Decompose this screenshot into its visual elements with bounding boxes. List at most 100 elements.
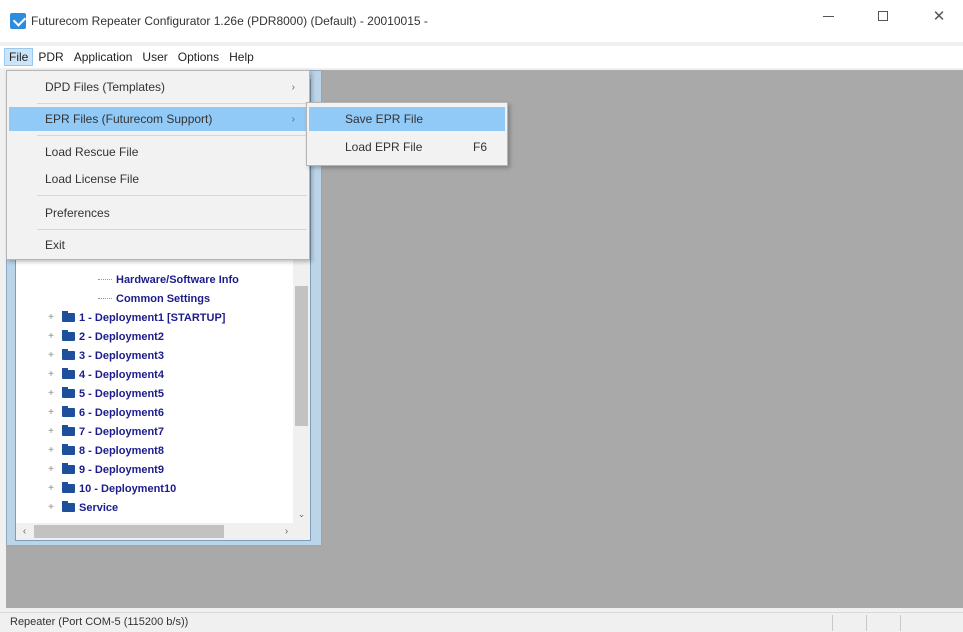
menu-separator <box>37 229 307 230</box>
tree-item-label: 4 - Deployment4 <box>79 368 164 381</box>
tree-item-label: 2 - Deployment2 <box>79 330 164 343</box>
epr-files-submenu: Save EPR File Load EPR File F6 <box>306 102 508 166</box>
minimize-icon <box>822 15 834 17</box>
tree-item-deployment8[interactable]: +8 - Deployment8 <box>16 441 296 460</box>
tree-item-label: 9 - Deployment9 <box>79 463 164 476</box>
menu-item-label: Load Rescue File <box>45 145 139 159</box>
tree-item-hardware-software-info[interactable]: Hardware/Software Info <box>16 270 296 289</box>
title-bar: Futurecom Repeater Configurator 1.26e (P… <box>0 0 963 42</box>
submenu-arrow-icon: › <box>291 81 295 93</box>
folder-icon <box>62 387 75 398</box>
expand-icon[interactable]: + <box>46 445 56 456</box>
status-bar: Repeater (Port COM-5 (115200 b/s)) <box>0 612 963 632</box>
menu-file[interactable]: File <box>4 48 34 66</box>
tree-item-deployment7[interactable]: +7 - Deployment7 <box>16 422 296 441</box>
tree-item-label: Hardware/Software Info <box>116 273 239 286</box>
scrollbar-corner <box>293 523 310 540</box>
menu-bar: File PDR Application User Options Help <box>0 46 963 68</box>
menu-item-label: Load License File <box>45 172 140 186</box>
tree-item-label: 8 - Deployment8 <box>79 444 164 457</box>
status-text: Repeater (Port COM-5 (115200 b/s)) <box>10 616 189 628</box>
tree-horizontal-scrollbar[interactable]: ‹ › <box>16 523 295 540</box>
menu-item-label: Exit <box>45 238 66 252</box>
app-icon <box>10 13 26 29</box>
tree-item-label: 1 - Deployment1 [STARTUP] <box>79 311 226 324</box>
close-icon: ✕ <box>932 8 946 25</box>
folder-icon <box>62 425 75 436</box>
menu-application[interactable]: Application <box>69 48 138 66</box>
menu-item-save-epr-file[interactable]: Save EPR File <box>309 107 505 131</box>
expand-icon[interactable]: + <box>46 369 56 380</box>
menu-separator <box>37 195 307 196</box>
tree-item-deployment4[interactable]: +4 - Deployment4 <box>16 365 296 384</box>
expand-icon[interactable]: + <box>46 407 56 418</box>
menu-item-load-license-file[interactable]: Load License File <box>9 167 307 191</box>
tree-item-service[interactable]: + Service <box>16 498 296 517</box>
tree-item-deployment6[interactable]: +6 - Deployment6 <box>16 403 296 422</box>
expand-icon[interactable]: + <box>46 312 56 323</box>
menu-item-label: Preferences <box>45 206 110 220</box>
menu-item-preferences[interactable]: Preferences <box>9 201 307 225</box>
expand-icon[interactable]: + <box>46 483 56 494</box>
tree-item-label: 5 - Deployment5 <box>79 387 164 400</box>
menu-separator <box>37 103 307 104</box>
menu-options[interactable]: Options <box>173 48 224 66</box>
menu-item-label: DPD Files (Templates) <box>45 80 166 94</box>
menu-item-label: EPR Files (Futurecom Support) <box>45 112 213 126</box>
menu-item-label: Load EPR File <box>345 140 423 154</box>
tree-item-deployment3[interactable]: +3 - Deployment3 <box>16 346 296 365</box>
expand-icon[interactable]: + <box>46 502 56 513</box>
menu-pdr[interactable]: PDR <box>33 48 68 66</box>
folder-icon <box>62 501 75 512</box>
maximize-icon <box>878 11 888 21</box>
tree-item-label: Common Settings <box>116 292 211 305</box>
menu-separator <box>37 135 307 136</box>
menu-item-load-rescue-file[interactable]: Load Rescue File <box>9 140 307 164</box>
expand-icon[interactable]: + <box>46 426 56 437</box>
close-button[interactable]: ✕ <box>916 0 962 32</box>
status-pane-divider <box>900 615 901 631</box>
status-pane-divider <box>832 615 833 631</box>
expand-icon[interactable]: + <box>46 350 56 361</box>
folder-icon <box>62 444 75 455</box>
scrollbar-thumb[interactable] <box>34 525 224 538</box>
scroll-down-icon[interactable]: ⌄ <box>293 506 310 523</box>
folder-icon <box>62 330 75 341</box>
menu-item-load-epr-file[interactable]: Load EPR File F6 <box>309 135 505 159</box>
menu-item-exit[interactable]: Exit <box>9 233 307 257</box>
folder-icon <box>62 368 75 379</box>
menu-user[interactable]: User <box>137 48 172 66</box>
tree-item-deployment9[interactable]: +9 - Deployment9 <box>16 460 296 479</box>
folder-icon <box>62 406 75 417</box>
tree-item-deployment1[interactable]: +1 - Deployment1 [STARTUP] <box>16 308 296 327</box>
minimize-button[interactable] <box>805 0 851 32</box>
tree-item-label: 3 - Deployment3 <box>79 349 164 362</box>
tree-item-label: 10 - Deployment10 <box>79 482 177 495</box>
scroll-left-icon[interactable]: ‹ <box>16 523 33 540</box>
menu-item-dpd-files[interactable]: DPD Files (Templates) › <box>9 75 307 99</box>
menu-item-epr-files[interactable]: EPR Files (Futurecom Support) › <box>9 107 307 131</box>
maximize-button[interactable] <box>860 0 906 32</box>
expand-icon[interactable]: + <box>46 388 56 399</box>
scrollbar-thumb[interactable] <box>295 286 308 426</box>
folder-icon <box>62 349 75 360</box>
tree-item-label: 7 - Deployment7 <box>79 425 164 438</box>
tree-item-deployment2[interactable]: +2 - Deployment2 <box>16 327 296 346</box>
folder-icon <box>62 482 75 493</box>
folder-icon <box>62 311 75 322</box>
window-title: Futurecom Repeater Configurator 1.26e (P… <box>31 14 428 28</box>
tree-item-label: Service <box>79 501 119 514</box>
expand-icon[interactable]: + <box>46 331 56 342</box>
folder-icon <box>62 463 75 474</box>
tree-item-common-settings[interactable]: Common Settings <box>16 289 296 308</box>
tree-item-deployment5[interactable]: +5 - Deployment5 <box>16 384 296 403</box>
tree-item-deployment10[interactable]: +10 - Deployment10 <box>16 479 296 498</box>
submenu-arrow-icon: › <box>291 113 295 125</box>
file-menu-dropdown: DPD Files (Templates) › EPR Files (Futur… <box>6 70 310 260</box>
tree-item-label: 6 - Deployment6 <box>79 406 164 419</box>
status-pane-divider <box>866 615 867 631</box>
expand-icon[interactable]: + <box>46 464 56 475</box>
menu-item-label: Save EPR File <box>345 112 424 126</box>
menu-help[interactable]: Help <box>224 48 259 66</box>
shortcut-label: F6 <box>473 140 488 154</box>
